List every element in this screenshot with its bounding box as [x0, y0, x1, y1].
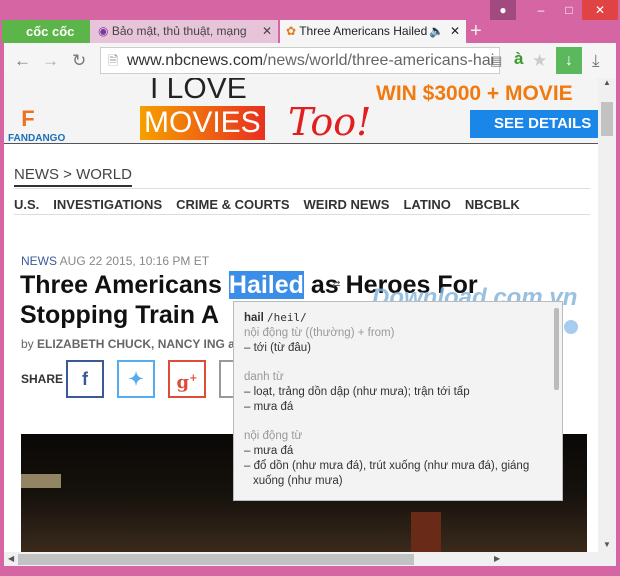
ad-movies: MOVIES — [140, 106, 265, 140]
nav-nbcblk[interactable]: NBCBLK — [465, 197, 520, 212]
vertical-scroll-thumb[interactable] — [601, 102, 613, 136]
breadcrumb-world[interactable]: WORLD — [76, 166, 132, 183]
dict-pos: nội động từ ((thường) + from) — [244, 327, 395, 339]
dict-word: hail — [244, 312, 264, 324]
nav-us[interactable]: U.S. — [14, 197, 39, 212]
google-plus-share-button[interactable]: g+ — [168, 360, 206, 398]
dict-def: – mưa đá — [244, 401, 294, 413]
selected-word: Hailed — [228, 271, 304, 299]
breadcrumb-news[interactable]: NEWS — [14, 166, 59, 183]
page-icon: 🗎 — [108, 53, 119, 68]
dict-def: – tới (từ đâu) — [244, 342, 312, 354]
dict-def: – loạt, trảng dồn dập (như mưa); trận tớ… — [244, 386, 470, 398]
download-video-button[interactable]: ↓ — [556, 47, 582, 74]
nbc-peacock-icon: ✿ — [286, 24, 297, 38]
profile-button[interactable]: ● — [490, 0, 516, 20]
tab-close-icon[interactable]: ✕ — [449, 20, 460, 43]
popup-scrollbar[interactable] — [554, 308, 559, 390]
reload-icon[interactable]: ↻ — [72, 51, 86, 71]
forward-icon[interactable]: → — [42, 51, 59, 71]
article-date: AUG 22 2015, 10:16 PM ET — [59, 254, 210, 268]
maximize-button[interactable]: □ — [556, 0, 582, 20]
back-icon[interactable]: ← — [14, 51, 31, 71]
nav-crime-courts[interactable]: CRIME & COURTS — [176, 197, 289, 212]
scroll-left-arrow[interactable]: ◀ — [8, 552, 14, 566]
close-window-button[interactable]: ✕ — [582, 0, 618, 20]
tab-title: Bảo mật, thủ thuật, mạng — [111, 24, 247, 38]
vertical-scrollbar[interactable]: ▲ ▼ — [598, 78, 616, 566]
breadcrumb: NEWS > WORLD — [14, 166, 132, 187]
tab-favicon-icon: ◉ — [98, 24, 109, 38]
breadcrumb-separator: > — [63, 166, 72, 183]
dictionary-popup[interactable]: hail /heil/ nội động từ ((thường) + from… — [233, 301, 563, 501]
dict-def: – đổ dồn (như mưa đá), trút xuống (như m… — [244, 460, 530, 487]
downloads-icon[interactable]: ⤓ — [592, 51, 600, 71]
tab-title: Three Americans Hailed — [299, 24, 428, 38]
see-details-button[interactable]: SEE DETAILS — [470, 110, 598, 138]
translate-word-icon[interactable]: ⇄ — [332, 279, 340, 290]
nav-investigations[interactable]: INVESTIGATIONS — [53, 197, 162, 212]
scroll-right-arrow[interactable]: ▶ — [494, 552, 500, 566]
dict-phonetic: /heil/ — [267, 311, 307, 324]
byline: by ELIZABETH CHUCK, NANCY ING a — [21, 337, 235, 351]
ad-headline: I LOVE — [150, 78, 247, 105]
share-label: SHARE — [21, 372, 64, 386]
minimize-button[interactable]: – — [528, 0, 554, 20]
translate-icon[interactable]: ▤ — [490, 53, 502, 69]
dict-def: – mưa đá — [244, 445, 294, 457]
section-nav: U.S. INVESTIGATIONS CRIME & COURTS WEIRD NE… — [14, 196, 534, 214]
ad-promo: WIN $3000 + MOVIE — [376, 82, 573, 105]
coccoc-logo[interactable]: cốc cốc — [2, 20, 90, 43]
nav-latino[interactable]: LATINO — [403, 197, 450, 212]
fandango-logo: F — [21, 106, 35, 131]
new-tab-button[interactable]: + — [470, 20, 490, 43]
tab-close-icon[interactable]: ✕ — [262, 20, 272, 43]
scroll-down-arrow[interactable]: ▼ — [598, 540, 616, 549]
tab-bao-mat[interactable]: ◉ Bảo mật, thủ thuật, mạng ✕ — [90, 20, 278, 43]
scroll-up-arrow[interactable]: ▲ — [598, 78, 616, 87]
ad-too: Too! — [288, 100, 372, 144]
facebook-share-button[interactable]: f — [66, 360, 104, 398]
dict-pos: danh từ — [244, 371, 284, 383]
vietnamese-input-icon[interactable]: à — [514, 49, 523, 69]
ad-banner[interactable]: F FANDANGO I LOVE MOVIES Too! WIN $3000 … — [4, 78, 598, 144]
horizontal-scrollbar[interactable]: ◀ ▶ — [4, 552, 598, 566]
nav-weird-news[interactable]: WEIRD NEWS — [304, 197, 390, 212]
dict-pos: nội động từ — [244, 430, 303, 442]
address-bar[interactable]: 🗎 www.nbcnews.com/news/world/three-ameri… — [100, 47, 500, 74]
twitter-share-button[interactable]: ✦ — [117, 360, 155, 398]
bookmark-star-icon[interactable]: ★ — [532, 51, 547, 71]
ad-brand: FANDANGO — [8, 133, 66, 144]
horizontal-scroll-thumb[interactable] — [18, 554, 414, 565]
article-category[interactable]: NEWS — [21, 254, 57, 268]
audio-icon[interactable]: 🔈 — [429, 20, 444, 43]
tab-nbc[interactable]: ✿ Three Americans Hailed 🔈 ✕ — [280, 20, 466, 43]
